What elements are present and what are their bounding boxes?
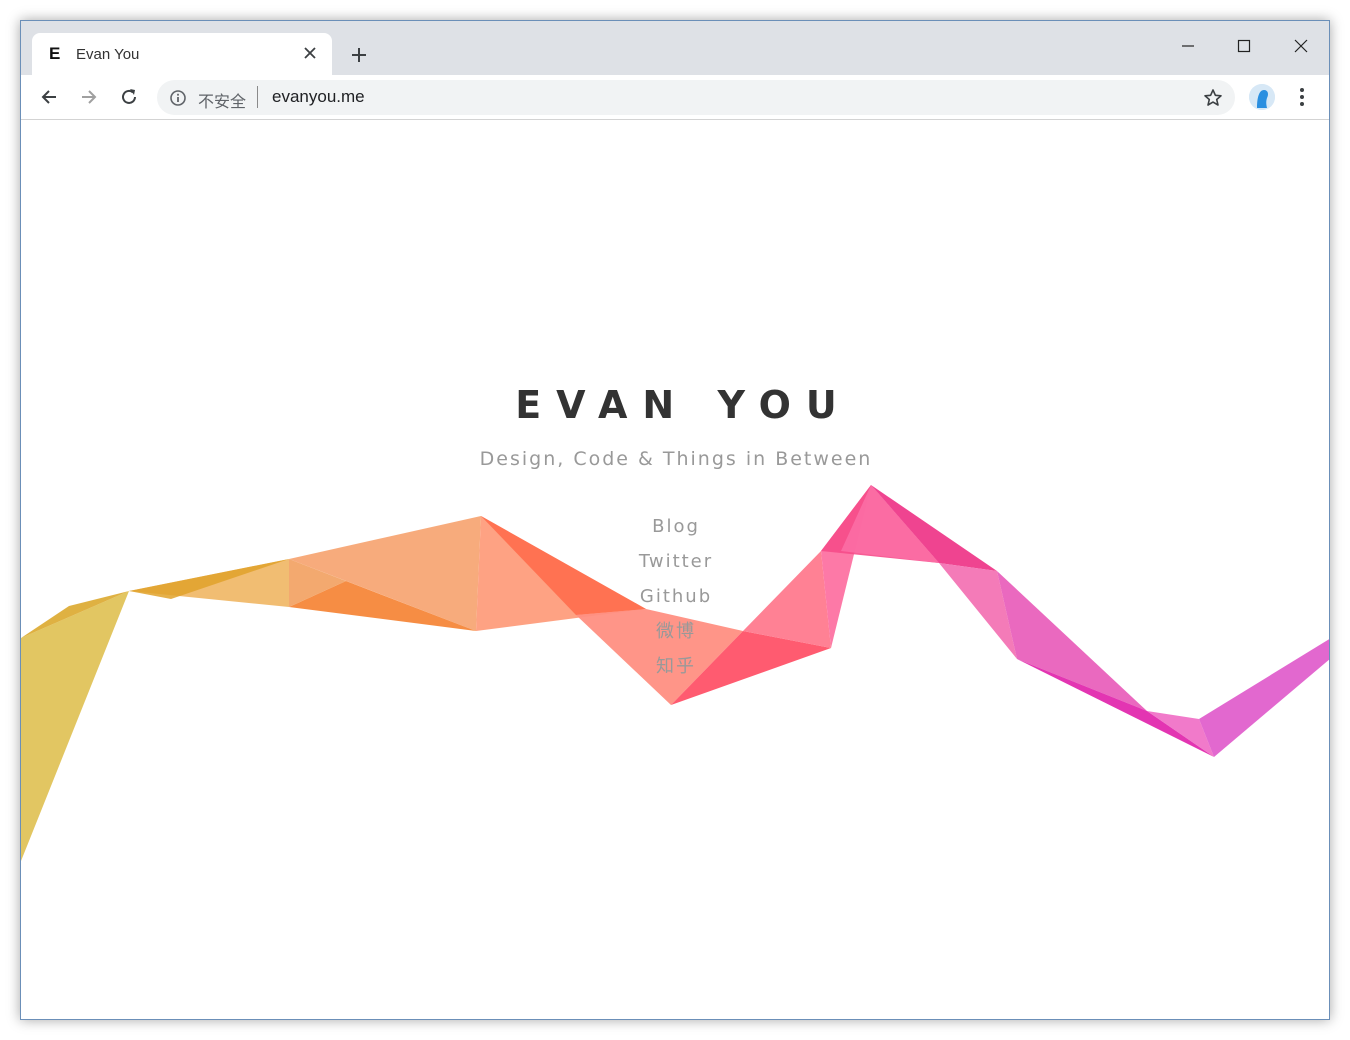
list-item: Github [21, 584, 1329, 619]
browser-toolbar: 不安全 evanyou.me [21, 75, 1329, 120]
info-icon[interactable] [169, 89, 187, 107]
arrow-right-icon[interactable] [76, 84, 102, 110]
page-viewport: EVAN YOU Design, Code & Things in Betwee… [21, 121, 1329, 1019]
security-label: 不安全 [198, 92, 247, 111]
list-item: 微博 [21, 619, 1329, 654]
minimize-icon[interactable] [1168, 31, 1208, 61]
tab-evan-you[interactable]: E Evan You [32, 33, 332, 75]
link-twitter[interactable]: Twitter [639, 551, 713, 572]
browser-window: E Evan You 不安全 evanyou.me EVAN YOU Desig… [20, 20, 1330, 1020]
social-links: Blog Twitter Github 微博 知乎 [21, 514, 1329, 689]
star-icon[interactable] [1203, 88, 1223, 108]
link-blog[interactable]: Blog [652, 516, 700, 537]
plus-icon[interactable] [347, 43, 371, 67]
page-content: EVAN YOU Design, Code & Things in Betwee… [21, 121, 1329, 1019]
profile-avatar[interactable] [1249, 84, 1275, 110]
close-icon[interactable] [300, 43, 320, 63]
tab-strip: E Evan You [21, 21, 1329, 75]
divider [257, 86, 258, 108]
address-bar[interactable]: 不安全 evanyou.me [157, 80, 1235, 115]
link-zhihu[interactable]: 知乎 [656, 656, 696, 677]
list-item: 知乎 [21, 654, 1329, 689]
favicon: E [49, 44, 61, 63]
page-title: EVAN YOU [515, 383, 852, 427]
link-weibo[interactable]: 微博 [656, 621, 696, 642]
link-github[interactable]: Github [640, 586, 712, 607]
arrow-left-icon[interactable] [36, 84, 62, 110]
list-item: Twitter [21, 549, 1329, 584]
close-icon[interactable] [1281, 31, 1321, 61]
list-item: Blog [21, 514, 1329, 549]
maximize-icon[interactable] [1224, 31, 1264, 61]
url-text[interactable]: evanyou.me [272, 87, 365, 107]
tab-title: Evan You [76, 46, 140, 63]
reload-icon[interactable] [116, 84, 142, 110]
more-vert-icon[interactable] [1293, 84, 1311, 110]
page-tagline: Design, Code & Things in Between [479, 448, 873, 470]
